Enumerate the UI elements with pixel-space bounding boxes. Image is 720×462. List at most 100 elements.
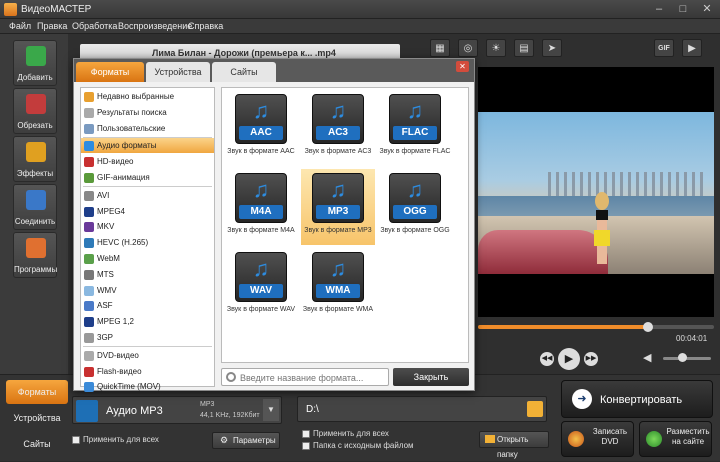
- format-caption: Звук в формате FLAC: [379, 148, 451, 155]
- menu-process[interactable]: Обработка: [72, 21, 117, 31]
- publish-button[interactable]: Разместить на сайте: [639, 421, 712, 457]
- folder-icon[interactable]: [527, 401, 543, 417]
- export-frame-icon[interactable]: ▶: [682, 39, 702, 57]
- speed-icon[interactable]: ➤: [542, 39, 562, 57]
- crop-icon[interactable]: ▦: [430, 39, 450, 57]
- bottom-tab-formats[interactable]: Форматы: [6, 380, 68, 404]
- category-item[interactable]: Аудио форматы: [81, 138, 214, 154]
- gear-icon: ⚙: [220, 435, 229, 445]
- burn-dvd-button[interactable]: Записать DVD: [561, 421, 634, 457]
- dialog-tab-sites[interactable]: Сайты: [212, 62, 276, 82]
- category-item[interactable]: 3GP: [81, 330, 214, 345]
- format-tile-wav[interactable]: ♫ WAV Звук в формате WAV: [224, 248, 298, 324]
- category-label: WebM: [97, 254, 120, 263]
- gif-icon[interactable]: GIF: [654, 39, 674, 57]
- format-badge: WMA: [316, 284, 360, 298]
- category-label: MTS: [97, 269, 114, 279]
- dialog-close-icon[interactable]: ✕: [456, 61, 469, 72]
- close-window-button[interactable]: ✕: [698, 1, 716, 17]
- bottom-tab-sites[interactable]: Сайты: [6, 432, 68, 456]
- mts-icon: [84, 269, 94, 280]
- menu-help[interactable]: Справка: [188, 21, 223, 31]
- sidebar-effects-button[interactable]: Эффекты: [13, 136, 57, 182]
- params-button[interactable]: ⚙ Параметры: [212, 432, 280, 449]
- recent-icon: [84, 92, 94, 102]
- format-tile-wma[interactable]: ♫ WMA Звук в формате WMA: [301, 248, 375, 324]
- window-title: ВидеоМАСТЕР: [21, 4, 92, 15]
- app-logo-icon: [4, 3, 17, 16]
- maximize-button[interactable]: □: [674, 1, 692, 17]
- flash-icon: [84, 366, 94, 377]
- video-frame: [478, 112, 714, 274]
- stabilize-icon[interactable]: ◎: [458, 39, 478, 57]
- dialog-tab-devices[interactable]: Устройства: [146, 62, 210, 82]
- music-note-icon: ♫: [406, 177, 424, 202]
- output-path-box[interactable]: D:\: [297, 396, 547, 422]
- music-note-icon: ♫: [329, 177, 347, 202]
- sidebar-cut-button[interactable]: Обрезать: [13, 88, 57, 134]
- filmstrip-icon[interactable]: ▤: [514, 39, 534, 57]
- dialog-close-button[interactable]: Закрыть: [393, 368, 469, 386]
- category-item[interactable]: WMV: [81, 283, 214, 298]
- category-item[interactable]: GIF-анимация: [81, 170, 214, 185]
- volume-icon[interactable]: ◀: [643, 351, 657, 365]
- bottom-tab-devices[interactable]: Устройства: [6, 406, 68, 430]
- category-item[interactable]: AVI: [81, 188, 214, 203]
- format-dropdown-arrow[interactable]: ▼: [263, 399, 279, 421]
- format-box: ♫ AC3: [312, 94, 364, 144]
- category-item[interactable]: QuickTime (MOV): [81, 379, 214, 394]
- category-item[interactable]: HD-видео: [81, 154, 214, 169]
- format-box: ♫ M4A: [235, 173, 287, 223]
- join-icon: [26, 190, 46, 210]
- sidebar-programs-button[interactable]: Программы: [13, 232, 57, 278]
- seek-bar[interactable]: [478, 322, 714, 332]
- open-folder-button[interactable]: Открыть папку: [479, 431, 549, 459]
- gif-icon: [84, 173, 94, 183]
- brightness-icon[interactable]: ☀: [486, 39, 506, 57]
- category-item[interactable]: DVD-видео: [81, 348, 214, 363]
- programs-icon: [26, 238, 46, 258]
- seek-handle[interactable]: [642, 322, 653, 332]
- format-box: ♫ FLAC: [389, 94, 441, 144]
- forward-icon[interactable]: ▶▶: [584, 352, 598, 366]
- menu-edit[interactable]: Правка: [37, 21, 67, 31]
- category-item[interactable]: MPEG 1,2: [81, 314, 214, 329]
- format-search-input[interactable]: [240, 371, 386, 384]
- minimize-button[interactable]: –: [650, 1, 668, 17]
- category-label: Результаты поиска: [97, 107, 167, 117]
- format-tile-flac[interactable]: ♫ FLAC Звук в формате FLAC: [378, 90, 452, 166]
- selected-format-box[interactable]: Аудио MP3 MP3 44,1 KHz, 192Кбит ▼: [72, 396, 282, 424]
- dialog-tab-formats[interactable]: Форматы: [76, 62, 144, 82]
- category-item[interactable]: MPEG4: [81, 204, 214, 219]
- category-item[interactable]: Результаты поиска: [81, 105, 214, 120]
- menu-playback[interactable]: Воспроизведение: [118, 21, 192, 31]
- sidebar-add-button[interactable]: Добавить: [13, 40, 57, 86]
- menu-file[interactable]: Файл: [9, 21, 31, 31]
- category-item[interactable]: Недавно выбранные: [81, 89, 214, 104]
- format-badge: FLAC: [393, 126, 437, 140]
- format-tile-m4a[interactable]: ♫ M4A Звук в формате M4A: [224, 169, 298, 245]
- sidebar-join-button[interactable]: Соединить: [13, 184, 57, 230]
- apply-all-path-checkbox[interactable]: [302, 430, 310, 438]
- category-label: HEVC (H.265): [97, 238, 149, 248]
- format-tile-aac[interactable]: ♫ AAC Звук в формате AAC: [224, 90, 298, 166]
- source-folder-checkbox[interactable]: [302, 442, 310, 450]
- apply-all-checkbox[interactable]: [72, 436, 80, 444]
- category-item[interactable]: ASF: [81, 298, 214, 313]
- category-item[interactable]: Пользовательские: [81, 121, 214, 136]
- play-icon[interactable]: ▶: [558, 348, 580, 370]
- category-label: QuickTime (MOV): [97, 382, 161, 392]
- category-item[interactable]: Flash-видео: [81, 364, 214, 379]
- format-tile-mp3[interactable]: ♫ MP3 Звук в формате MP3: [301, 169, 375, 245]
- source-folder-label: Папка с исходным файлом: [313, 441, 414, 450]
- category-item[interactable]: WebM: [81, 251, 214, 266]
- category-item[interactable]: MKV: [81, 219, 214, 234]
- music-note-icon: ♫: [329, 256, 347, 281]
- category-item[interactable]: HEVC (H.265): [81, 235, 214, 250]
- category-item[interactable]: MTS: [81, 267, 214, 282]
- convert-button[interactable]: ➜ Конвертировать: [561, 380, 713, 418]
- volume-handle[interactable]: [678, 353, 688, 362]
- format-tile-ac3[interactable]: ♫ AC3 Звук в формате AC3: [301, 90, 375, 166]
- format-tile-ogg[interactable]: ♫ OGG Звук в формате OGG: [378, 169, 452, 245]
- rewind-icon[interactable]: ◀◀: [540, 352, 554, 366]
